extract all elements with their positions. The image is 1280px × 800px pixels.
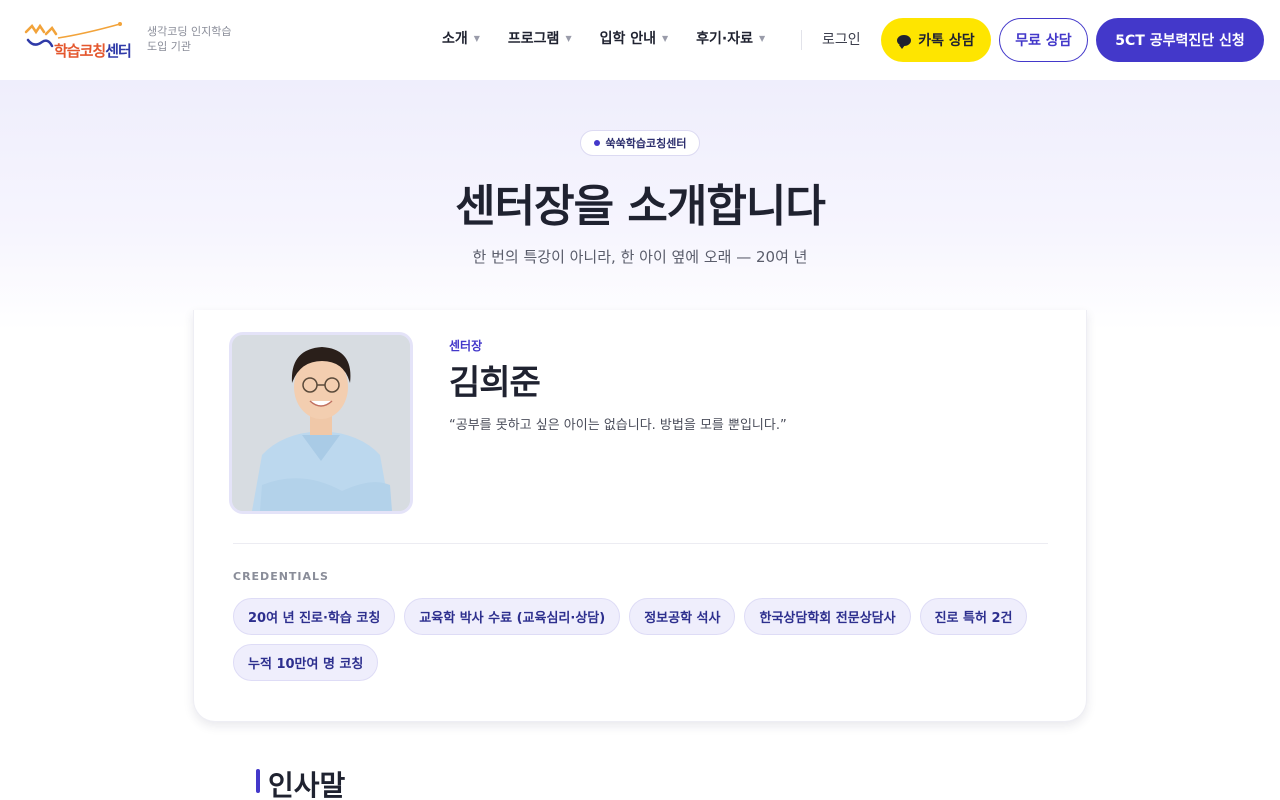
diagnosis-apply-button[interactable]: 5CT 공부력진단 신청 — [1096, 18, 1264, 62]
nav-item-reviews[interactable]: 후기·자료 ▼ — [696, 28, 765, 48]
credential-chip: 교육학 박사 수료 (교육심리·상담) — [404, 598, 621, 635]
credential-chip: 진로 특허 2건 — [919, 598, 1028, 635]
portrait-image — [232, 335, 410, 511]
tagline-line1: 생각코딩 인지학습 — [147, 25, 232, 38]
profile-quote: “공부를 못하고 싶은 아이는 없습니다. 방법을 모를 뿐입니다.” — [449, 418, 787, 433]
main-nav: 소개 ▼ 프로그램 ▼ 입학 안내 ▼ 후기·자료 ▼ — [442, 28, 793, 48]
free-consult-button[interactable]: 무료 상담 — [999, 18, 1088, 62]
chevron-down-icon: ▼ — [759, 33, 766, 43]
nav-item-intro[interactable]: 소개 ▼ — [442, 28, 480, 48]
chevron-down-icon: ▼ — [662, 33, 669, 43]
card-divider — [233, 543, 1048, 544]
credential-chip: 정보공학 석사 — [629, 598, 736, 635]
header-tagline: 생각코딩 인지학습 도입 기관 — [147, 24, 231, 54]
site-logo[interactable]: 학습코칭센터 — [24, 20, 132, 60]
nav-divider — [801, 30, 802, 50]
site-header: 학습코칭센터 생각코딩 인지학습 도입 기관 소개 ▼ 프로그램 ▼ 입학 안내 ▼ … — [0, 0, 1280, 80]
nav-item-admission[interactable]: 입학 안내 ▼ — [600, 28, 669, 48]
profile-role: 센터장 — [449, 339, 483, 353]
section-accent-bar — [256, 769, 260, 793]
nav-label: 프로그램 — [507, 31, 560, 47]
kakao-button-label: 카톡 상담 — [918, 33, 975, 49]
chevron-down-icon: ▼ — [473, 33, 480, 43]
director-photo — [229, 332, 413, 514]
logo-text: 학습코칭센터 — [54, 42, 132, 60]
login-link[interactable]: 로그인 — [822, 29, 861, 49]
badge-dot — [593, 140, 600, 146]
credentials-list: 20여 년 진로·학습 코칭 교육학 박사 수료 (교육심리·상담) 정보공학 … — [233, 598, 1053, 681]
page-title: 센터장을 소개합니다 — [455, 181, 826, 232]
credential-chip: 한국상담학회 전문상담사 — [744, 598, 911, 635]
nav-label: 입학 안내 — [599, 31, 657, 47]
credential-chip: 누적 10만여 명 코칭 — [233, 644, 379, 681]
credential-chip: 20여 년 진로·학습 코칭 — [233, 598, 396, 635]
chevron-down-icon: ▼ — [565, 33, 572, 43]
nav-label: 소개 — [442, 31, 468, 47]
profile-name: 김희준 — [449, 363, 541, 403]
badge-label: 쑥쑥학습코칭센터 — [605, 137, 687, 150]
kakao-consult-button[interactable]: 카톡 상담 — [881, 18, 991, 62]
greeting-section-title: 인사말 — [268, 769, 346, 800]
credentials-title: CREDENTIALS — [233, 570, 329, 583]
center-badge: 쑥쑥학습코칭센터 — [580, 130, 700, 156]
nav-item-program[interactable]: 프로그램 ▼ — [508, 28, 572, 48]
page-subtitle: 한 번의 특강이 아니라, 한 아이 옆에 오래 — 20여 년 — [472, 248, 808, 266]
nav-label: 후기·자료 — [696, 31, 754, 47]
tagline-line2: 도입 기관 — [147, 40, 191, 53]
chat-bubble-icon — [897, 34, 912, 49]
